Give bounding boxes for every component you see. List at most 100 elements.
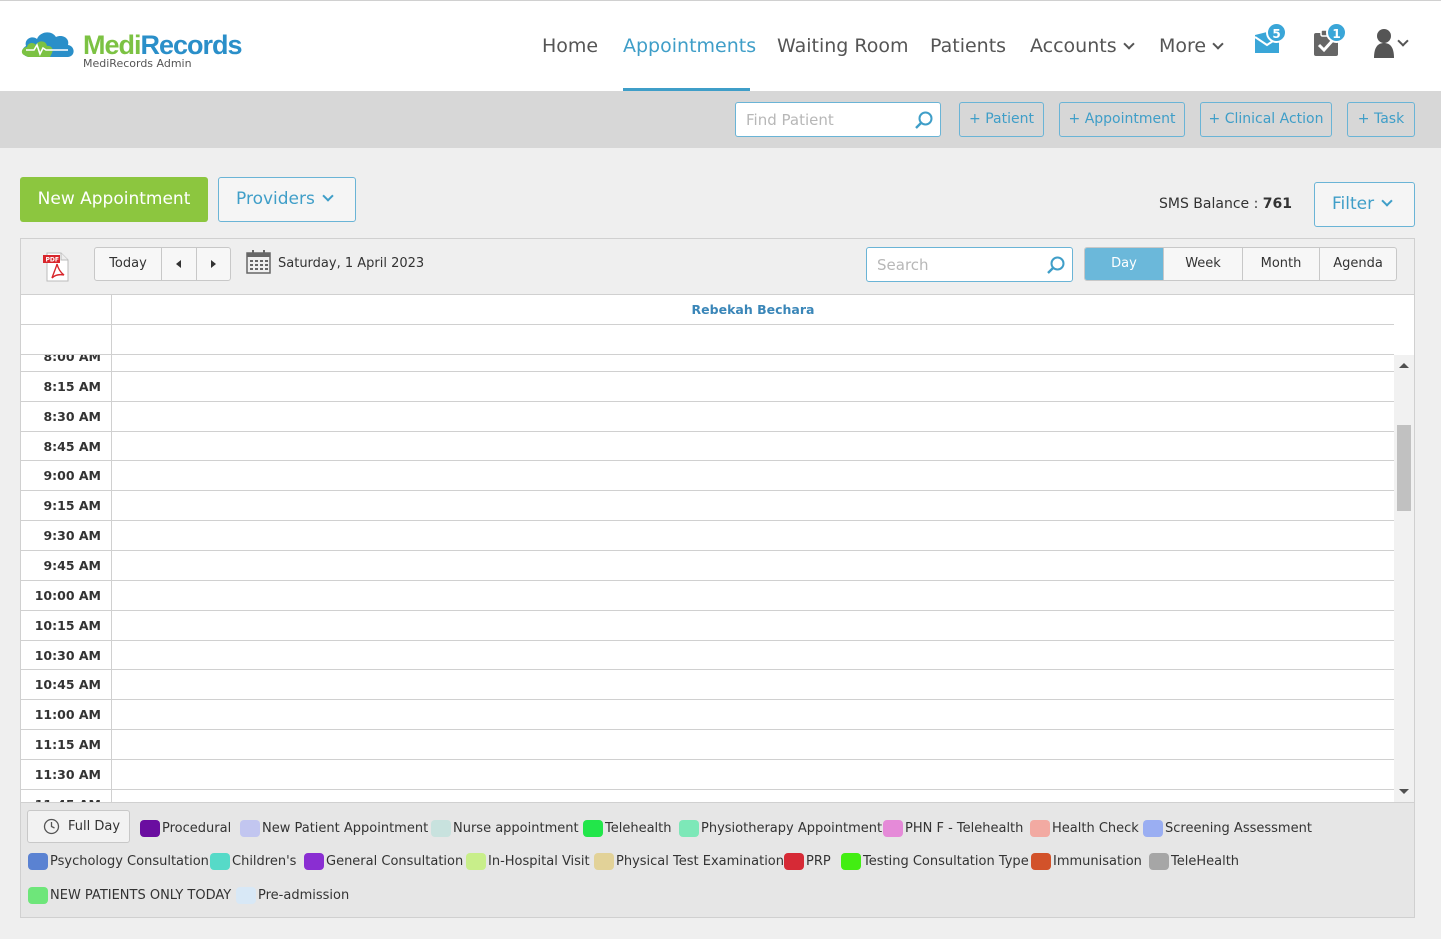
nav-accounts[interactable]: Accounts [1030, 33, 1135, 59]
svg-text:PDF: PDF [46, 257, 59, 264]
chevron-down-icon [1122, 38, 1135, 50]
time-slot-row: 10:45 AM [21, 669, 1394, 700]
providers-dropdown[interactable]: Providers [218, 177, 356, 222]
vertical-scrollbar[interactable] [1394, 355, 1414, 802]
time-slot-cell[interactable] [111, 491, 1394, 521]
time-slot-row: 11:00 AM [21, 699, 1394, 730]
time-slot-cell[interactable] [111, 550, 1394, 580]
scheduler-search-input[interactable] [867, 248, 1037, 281]
nav-waiting-room[interactable]: Waiting Room [777, 33, 908, 59]
pdf-export-icon[interactable]: PDF [43, 252, 71, 282]
legend-color-swatch [28, 887, 48, 904]
view-day-button[interactable]: Day [1085, 248, 1163, 280]
find-patient-field [735, 102, 941, 137]
view-agenda-button[interactable]: Agenda [1319, 248, 1396, 280]
new-appointment-button[interactable]: New Appointment [20, 177, 208, 222]
full-day-label: Full Day [68, 819, 121, 834]
tasks-button[interactable]: 1 [1313, 22, 1353, 63]
time-slot-row: 8:15 AM [21, 370, 1394, 401]
legend-color-swatch [1030, 820, 1050, 837]
quick-actions-toolbar: + Patient + Appointment + Clinical Actio… [0, 91, 1441, 148]
legend-item: Testing Consultation Type [841, 853, 1029, 871]
view-switcher: Day Week Month Agenda [1084, 247, 1397, 281]
legend-color-swatch [841, 853, 861, 870]
time-label: 11:45 AM [21, 790, 111, 802]
legend-item: Screening Assessment [1143, 820, 1312, 838]
legend-color-swatch [304, 853, 324, 870]
add-appointment-button[interactable]: + Appointment [1059, 102, 1185, 137]
messages-button[interactable]: 5 [1252, 22, 1292, 63]
time-slot-row: 9:15 AM [21, 490, 1394, 521]
scroll-up-icon[interactable] [1399, 363, 1409, 368]
time-slot-cell[interactable] [111, 640, 1394, 670]
time-slot-cell[interactable] [111, 759, 1394, 789]
search-icon[interactable] [914, 110, 934, 130]
time-label: 9:45 AM [43, 557, 101, 573]
view-week-button[interactable]: Week [1163, 248, 1242, 280]
scroll-down-icon[interactable] [1399, 789, 1409, 794]
time-slot-cell[interactable] [111, 789, 1394, 802]
nav-more[interactable]: More [1159, 33, 1224, 59]
legend-item: Nurse appointment [431, 820, 579, 838]
sms-balance-label: SMS Balance : [1159, 196, 1263, 212]
legend-item: Immunisation [1031, 853, 1142, 871]
view-month-button[interactable]: Month [1242, 248, 1319, 280]
filter-dropdown[interactable]: Filter [1314, 182, 1415, 227]
add-patient-button[interactable]: + Patient [959, 102, 1044, 137]
medirecords-logo[interactable]: MediRecords MediRecords Admin [20, 27, 260, 73]
legend-color-swatch [236, 887, 256, 904]
time-slot-cell[interactable] [111, 461, 1394, 491]
calendar-icon[interactable] [246, 249, 271, 274]
chevron-down-icon [1212, 38, 1224, 50]
chevron-down-icon [322, 190, 334, 202]
nav-home[interactable]: Home [542, 33, 598, 59]
legend-color-swatch [784, 853, 804, 870]
brand-subtitle: MediRecords Admin [83, 57, 192, 70]
time-slot-cell[interactable] [111, 700, 1394, 730]
full-day-button[interactable]: Full Day [27, 810, 130, 843]
legend-color-swatch [240, 820, 260, 837]
time-slot-row: 9:45 AM [21, 549, 1394, 580]
legend-color-swatch [883, 820, 903, 837]
time-slot-cell[interactable] [111, 610, 1394, 640]
all-day-row [21, 325, 1394, 355]
time-grid[interactable]: 8:00 AM 8:15 AM 8:30 AM 8:45 AM 9:00 AM 9:15 … [21, 355, 1394, 802]
time-label: 10:30 AM [34, 647, 101, 663]
appointment-type-legend: Full Day Procedural New Patient Appointme… [21, 802, 1414, 917]
time-label: 10:00 AM [34, 587, 101, 603]
legend-label: NEW PATIENTS ONLY TODAY [50, 888, 232, 903]
previous-day-button[interactable] [162, 248, 197, 280]
time-slot-cell[interactable] [111, 670, 1394, 700]
nav-appointments[interactable]: Appointments [623, 33, 756, 59]
legend-item: Pre-admission [236, 887, 349, 905]
time-slot-cell[interactable] [111, 431, 1394, 461]
time-slot-cell[interactable] [111, 521, 1394, 551]
top-navbar: MediRecords MediRecords Admin Home Appoi… [0, 0, 1441, 92]
add-task-button[interactable]: + Task [1347, 102, 1415, 137]
time-slot-cell[interactable] [111, 401, 1394, 431]
time-slot-cell[interactable] [111, 355, 1394, 371]
time-slot-cell[interactable] [111, 730, 1394, 760]
next-day-button[interactable] [197, 248, 230, 280]
legend-item: General Consultation [304, 853, 463, 871]
legend-item: PHN F - Telehealth [883, 820, 1023, 838]
today-button[interactable]: Today [95, 248, 162, 280]
legend-label: Health Check [1052, 821, 1139, 836]
find-patient-input[interactable] [736, 103, 906, 136]
nav-patients[interactable]: Patients [930, 33, 1006, 59]
time-slot-cell[interactable] [111, 371, 1394, 401]
time-label: 9:00 AM [43, 468, 101, 484]
scrollbar-thumb[interactable] [1397, 425, 1411, 511]
legend-color-swatch [466, 853, 486, 870]
time-slot-cell[interactable] [111, 580, 1394, 610]
user-menu-button[interactable] [1373, 23, 1417, 63]
add-clinical-action-button[interactable]: + Clinical Action [1200, 102, 1332, 137]
time-label: 9:30 AM [43, 528, 101, 544]
search-icon[interactable] [1046, 255, 1066, 275]
legend-item: TeleHealth [1149, 853, 1239, 871]
tasks-badge: 1 [1326, 22, 1347, 43]
all-day-cell[interactable] [111, 325, 1394, 355]
legend-label: Physical Test Examination [616, 854, 785, 869]
legend-color-swatch [594, 853, 614, 870]
resource-name: Rebekah Bechara [111, 295, 1394, 325]
